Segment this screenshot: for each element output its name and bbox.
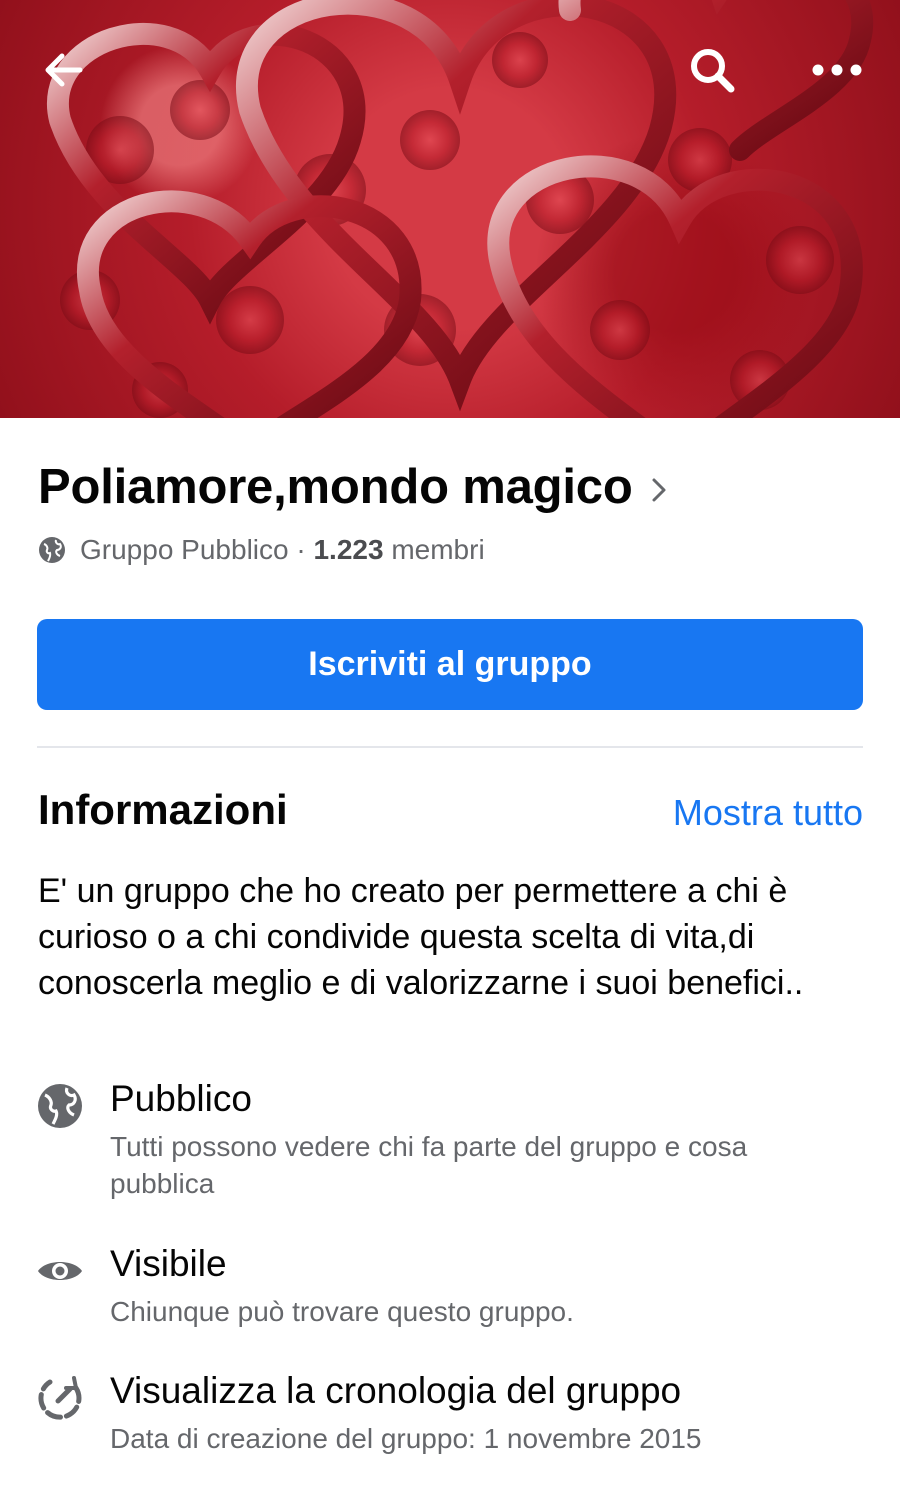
info-item-subtitle: Tutti possono vedere chi fa parte del gr…: [110, 1131, 748, 1199]
group-name: Poliamore,mondo magico: [38, 460, 633, 514]
info-item-history[interactable]: Visualizza la cronologia del gruppo Data…: [36, 1370, 866, 1460]
more-horizontal-icon: [812, 64, 862, 76]
member-count: 1.223: [313, 534, 384, 565]
info-item-title: Visualizza la cronologia del gruppo: [110, 1370, 682, 1411]
info-item-public: Pubblico Tutti possono vedere chi fa par…: [36, 1078, 866, 1208]
search-button[interactable]: [680, 38, 744, 102]
divider: [37, 746, 863, 748]
members-label-spacer: [384, 534, 392, 566]
info-item-subtitle: Data di creazione del gruppo: 1 novembre…: [110, 1423, 702, 1454]
chevron-right-icon: [652, 478, 666, 502]
info-item-title: Visibile: [110, 1243, 227, 1284]
info-item-visible: Visibile Chiunque può trovare questo gru…: [36, 1243, 866, 1333]
about-section-title: Informazioni: [38, 786, 288, 833]
search-icon: [691, 49, 735, 93]
history-icon-container: [36, 1374, 84, 1422]
eye-icon: [38, 1262, 82, 1280]
info-item-subtitle: Chiunque può trovare questo gruppo.: [110, 1296, 574, 1327]
history-icon: [38, 1376, 82, 1420]
join-group-button[interactable]: Iscriviti al gruppo: [37, 619, 863, 710]
globe-icon: [39, 537, 65, 563]
globe-icon: [38, 1084, 82, 1128]
show-all-link[interactable]: Mostra tutto: [673, 792, 863, 834]
more-options-button[interactable]: [805, 38, 869, 102]
group-meta: Gruppo Pubblico · 1.223 membri: [38, 530, 485, 570]
globe-icon-container: [36, 1082, 84, 1130]
meta-separator: ·: [288, 534, 314, 565]
group-page: Poliamore,mondo magico Gruppo Pubblico ·…: [0, 0, 900, 1489]
group-title-row[interactable]: Poliamore,mondo magico: [38, 456, 868, 518]
group-description: E' un gruppo che ho creato per permetter…: [38, 872, 804, 1002]
privacy-label: Gruppo Pubblico: [80, 534, 289, 565]
eye-icon-container: [36, 1247, 84, 1295]
back-button[interactable]: [32, 38, 96, 102]
info-item-title: Pubblico: [110, 1078, 252, 1119]
hearts-artwork: [47, 0, 874, 418]
cover-photo: [0, 0, 900, 418]
members-label: membri: [391, 534, 485, 565]
arrow-left-icon: [45, 53, 83, 87]
